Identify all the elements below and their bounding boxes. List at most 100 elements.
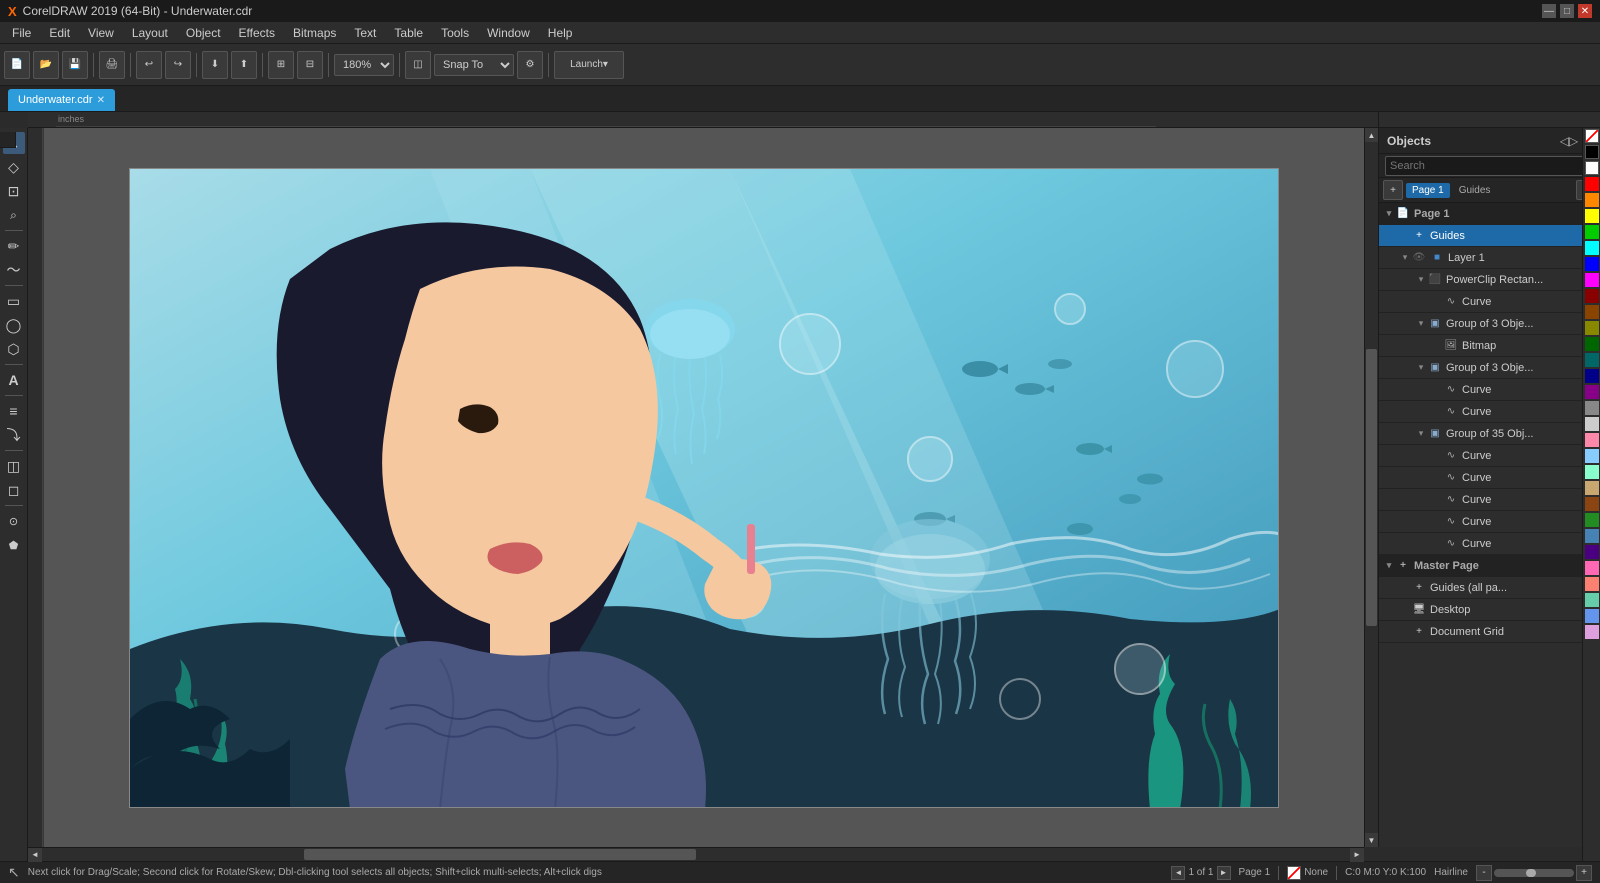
color-swatch-cyan[interactable]: [1585, 241, 1599, 255]
tree-item-curve3[interactable]: ∿ Curve: [1379, 401, 1600, 423]
transparency-button[interactable]: ◻: [3, 479, 25, 501]
tree-item-layer1[interactable]: ▾ 👁 ■ Layer 1: [1379, 247, 1600, 269]
color-swatch-cornflowerblue[interactable]: [1585, 609, 1599, 623]
hscroll-track[interactable]: [42, 848, 1350, 861]
color-swatch-black[interactable]: [1585, 145, 1599, 159]
color-swatch-orange[interactable]: [1585, 193, 1599, 207]
page-tab-page1[interactable]: Page 1: [1406, 183, 1450, 198]
tree-item-curve2[interactable]: ∿ Curve: [1379, 379, 1600, 401]
open-button[interactable]: 📂: [33, 51, 59, 79]
color-swatch-darkgreen[interactable]: [1585, 337, 1599, 351]
color-swatch-teal[interactable]: [1585, 353, 1599, 367]
tree-item-curve6[interactable]: ∿ Curve: [1379, 489, 1600, 511]
maximize-button[interactable]: □: [1560, 4, 1574, 18]
transform-button[interactable]: ⊞: [268, 51, 294, 79]
color-swatch-gray[interactable]: [1585, 401, 1599, 415]
tree-item-guidesall[interactable]: + Guides (all pa... 🔒: [1379, 577, 1600, 599]
tree-item-group3obj2[interactable]: ▾ ▣ Group of 3 Obje...: [1379, 357, 1600, 379]
vertical-scrollbar[interactable]: ▲ ▼: [1364, 128, 1378, 847]
drop-shadow-button[interactable]: ◫: [3, 455, 25, 477]
color-swatch-white[interactable]: [1585, 161, 1599, 175]
color-swatch-lightgray[interactable]: [1585, 417, 1599, 431]
import-button[interactable]: ⬇: [202, 51, 228, 79]
hscroll-right-button[interactable]: ►: [1350, 848, 1364, 862]
tree-item-curve5[interactable]: ∿ Curve: [1379, 467, 1600, 489]
crop-tool-button[interactable]: ⊡: [3, 180, 25, 202]
menu-item-effects[interactable]: Effects: [231, 24, 283, 42]
color-swatch-green[interactable]: [1585, 225, 1599, 239]
parallel-dim-button[interactable]: ≡: [3, 400, 25, 422]
color-swatch-salmon[interactable]: [1585, 577, 1599, 591]
vscroll-up-button[interactable]: ▲: [1365, 128, 1379, 142]
tree-item-curve1[interactable]: ∿ Curve: [1379, 291, 1600, 313]
options-button[interactable]: ⚙: [517, 51, 543, 79]
node-tool-button[interactable]: ◇: [3, 156, 25, 178]
vscroll-thumb[interactable]: [1366, 349, 1377, 625]
ellipse-tool-button[interactable]: ◯: [3, 314, 25, 336]
color-swatch-olive[interactable]: [1585, 321, 1599, 335]
document-tab[interactable]: Underwater.cdr ✕: [8, 89, 115, 111]
next-page-button[interactable]: ►: [1217, 866, 1231, 880]
transform2-button[interactable]: ⊟: [297, 51, 323, 79]
titlebar-controls[interactable]: — □ ✕: [1542, 4, 1592, 18]
menu-item-text[interactable]: Text: [346, 24, 384, 42]
connector-tool-button[interactable]: ⤵: [3, 424, 25, 446]
color-swatch-darkred[interactable]: [1585, 289, 1599, 303]
tree-item-docgrid[interactable]: + Document Grid: [1379, 621, 1600, 643]
snap-to-select[interactable]: Snap To: [434, 54, 514, 76]
zoom-slider[interactable]: [1494, 869, 1574, 877]
menu-item-table[interactable]: Table: [386, 24, 431, 42]
freehand-tool-button[interactable]: ✏: [3, 235, 25, 257]
close-button[interactable]: ✕: [1578, 4, 1592, 18]
menu-item-bitmaps[interactable]: Bitmaps: [285, 24, 344, 42]
redo-button[interactable]: ↪: [165, 51, 191, 79]
tree-item-curve4[interactable]: ∿ Curve: [1379, 445, 1600, 467]
objects-tb-add-page[interactable]: +: [1383, 180, 1403, 200]
snap-options-button[interactable]: ◫: [405, 51, 431, 79]
menu-item-layout[interactable]: Layout: [124, 24, 176, 42]
print-button[interactable]: 🖨: [99, 51, 125, 79]
hscroll-left-button[interactable]: ◄: [28, 848, 42, 862]
color-swatch-pink[interactable]: [1585, 433, 1599, 447]
vscroll-down-button[interactable]: ▼: [1365, 833, 1379, 847]
color-swatch-navy[interactable]: [1585, 369, 1599, 383]
color-swatch-blue[interactable]: [1585, 257, 1599, 271]
canvas-area[interactable]: Mark Anthony J. Guzman: [44, 128, 1364, 847]
layer1-visibility-icon[interactable]: 👁: [1411, 250, 1427, 266]
color-swatch-magenta[interactable]: [1585, 273, 1599, 287]
tree-item-bitmap[interactable]: 🖼 Bitmap: [1379, 335, 1600, 357]
color-swatch-darkorange[interactable]: [1585, 305, 1599, 319]
fill-tool-button[interactable]: ⬟: [3, 534, 25, 556]
menu-item-help[interactable]: Help: [540, 24, 581, 42]
vscroll-track[interactable]: [1365, 142, 1378, 833]
color-swatch-plum[interactable]: [1585, 625, 1599, 639]
tree-item-group3obj1[interactable]: ▾ ▣ Group of 3 Obje...: [1379, 313, 1600, 335]
tree-item-curve8[interactable]: ∿ Curve: [1379, 533, 1600, 555]
zoom-select[interactable]: 180% 100% 200% 50%: [334, 54, 394, 76]
color-swatch-lightgreen[interactable]: [1585, 465, 1599, 479]
tree-item-desktop[interactable]: 🖥 Desktop 🔒: [1379, 599, 1600, 621]
zoom-out-button[interactable]: -: [1476, 865, 1492, 881]
hscroll-thumb[interactable]: [304, 849, 696, 860]
color-swatch-mediumaquamarine[interactable]: [1585, 593, 1599, 607]
rectangle-tool-button[interactable]: ▭: [3, 290, 25, 312]
eyedropper-button[interactable]: ⊙: [3, 510, 25, 532]
smart-tool-button[interactable]: 〜: [3, 259, 25, 281]
prev-page-button[interactable]: ◄: [1171, 866, 1185, 880]
color-swatch-brown[interactable]: [1585, 497, 1599, 511]
tree-item-guides[interactable]: + Guides 🔒: [1379, 225, 1600, 247]
menu-item-view[interactable]: View: [80, 24, 122, 42]
menu-item-object[interactable]: Object: [178, 24, 229, 42]
color-swatch-yellow[interactable]: [1585, 209, 1599, 223]
color-swatch-forestgreen[interactable]: [1585, 513, 1599, 527]
objects-panel-expand-button[interactable]: ◁▷: [1560, 134, 1578, 148]
color-swatch-tan[interactable]: [1585, 481, 1599, 495]
page-tab-guides[interactable]: Guides: [1453, 183, 1497, 198]
tree-item-page1[interactable]: ▾ 📄 Page 1: [1379, 203, 1600, 225]
horizontal-scrollbar[interactable]: ◄ ►: [28, 847, 1364, 861]
tree-item-group35[interactable]: ▾ ▣ Group of 35 Obj...: [1379, 423, 1600, 445]
zoom-in-button[interactable]: +: [1576, 865, 1592, 881]
text-tool-button[interactable]: A: [3, 369, 25, 391]
tree-item-powerclip[interactable]: ▾ ⬛ PowerClip Rectan...: [1379, 269, 1600, 291]
tree-item-masterpage[interactable]: ▾ + Master Page: [1379, 555, 1600, 577]
